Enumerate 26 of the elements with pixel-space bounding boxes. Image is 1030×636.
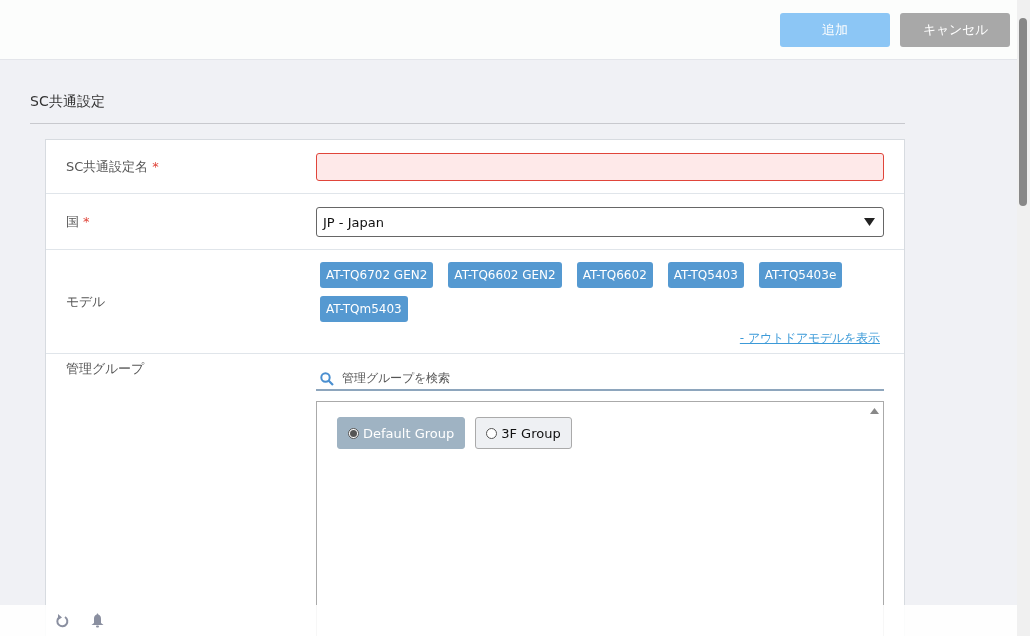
model-tag: AT-TQ6602 GEN2 <box>448 262 562 288</box>
outdoor-models-link[interactable]: - アウトドアモデルを表示 <box>739 330 880 347</box>
group-radio-button[interactable]: Default Group <box>337 417 466 449</box>
model-tag: AT-TQ5403e <box>758 262 843 288</box>
model-tag: AT-TQ6602 <box>576 262 653 288</box>
refresh-icon[interactable] <box>55 613 69 628</box>
name-input-field[interactable] <box>316 153 884 181</box>
field-label: モデル <box>66 293 105 309</box>
scroll-up-icon[interactable] <box>870 408 879 414</box>
required-mark: * <box>152 158 159 174</box>
caret-icon <box>864 218 875 226</box>
model-tag: AT-TQ5403 <box>667 262 744 288</box>
cancel-button[interactable]: キャンセル <box>900 12 1010 47</box>
group-search-field[interactable]: 管理グループを検索 <box>316 360 884 391</box>
model-tag: AT-TQ6702 GEN2 <box>320 262 434 288</box>
field-label: 国 <box>66 213 79 229</box>
search-icon <box>320 371 334 386</box>
required-mark: * <box>83 213 90 229</box>
scrollbar[interactable] <box>1017 0 1030 636</box>
field-label: SC共通設定名 <box>66 158 149 174</box>
group-radio-button[interactable]: 3F Group <box>475 417 572 449</box>
section-title: SC共通設定 <box>30 60 905 124</box>
field-label: 管理グループ <box>66 361 144 376</box>
bell-icon[interactable] <box>91 613 104 628</box>
model-tag: AT-TQm5403 <box>320 296 408 322</box>
country-dropdown[interactable]: JP - Japan <box>316 207 884 237</box>
